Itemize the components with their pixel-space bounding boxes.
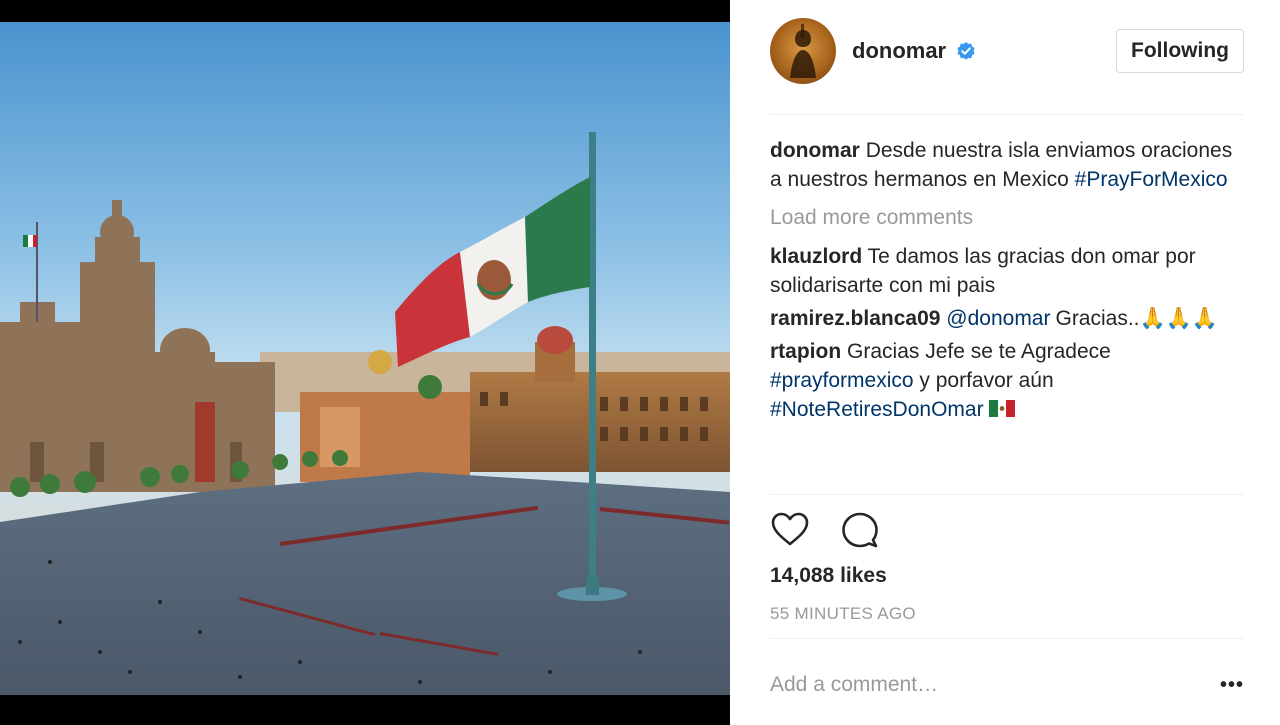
footer-divider — [770, 638, 1244, 639]
comment-item: rtapion Gracias Jefe se te Agradece #pra… — [770, 337, 1244, 424]
post-actions — [770, 510, 880, 550]
comment-username[interactable]: klauzlord — [770, 245, 862, 268]
header-divider — [770, 114, 1244, 115]
comment-text-continued: y porfavor aún — [919, 369, 1054, 392]
heart-icon[interactable] — [770, 510, 810, 550]
comment-text: Gracias.. — [1055, 307, 1140, 330]
instagram-post: donomar Following donomar Desde nuestra … — [0, 0, 1280, 725]
comment-item: klauzlord Te damos las gracias don omar … — [770, 242, 1244, 300]
post-username[interactable]: donomar — [852, 38, 946, 64]
post-timestamp: 55 MINUTES AGO — [770, 604, 916, 623]
caption: donomar Desde nuestra isla enviamos orac… — [770, 136, 1244, 194]
avatar[interactable] — [770, 18, 836, 84]
comment-mention[interactable]: @donomar — [946, 307, 1050, 330]
zocalo-image — [0, 22, 730, 695]
add-comment-row: ••• — [770, 665, 1244, 705]
more-options-icon[interactable]: ••• — [1220, 674, 1244, 697]
comment-username[interactable]: ramirez.blanca09 — [770, 307, 940, 330]
likes-count[interactable]: 14,088 likes — [770, 564, 887, 588]
comment-hashtag[interactable]: #NoteRetiresDonOmar — [770, 398, 984, 421]
load-more-comments-link[interactable]: Load more comments — [770, 203, 1244, 232]
following-button[interactable]: Following — [1116, 29, 1244, 73]
add-comment-input[interactable] — [770, 673, 1200, 697]
caption-hashtag[interactable]: #PrayForMexico — [1075, 168, 1228, 191]
comment-username[interactable]: rtapion — [770, 340, 841, 363]
comments-divider — [770, 494, 1244, 495]
post-header: donomar Following — [770, 18, 1244, 84]
post-photo[interactable] — [0, 22, 730, 695]
comment-item: ramirez.blanca09 @donomar Gracias..🙏🙏🙏 — [770, 304, 1244, 333]
comment-text: Gracias Jefe se te Agradece — [847, 340, 1111, 363]
verified-badge-icon — [956, 41, 976, 61]
caption-username[interactable]: donomar — [770, 139, 860, 162]
comments-section: donomar Desde nuestra isla enviamos orac… — [770, 136, 1244, 428]
post-sidebar: donomar Following donomar Desde nuestra … — [730, 0, 1280, 725]
comment-hashtag[interactable]: #prayformexico — [770, 369, 914, 392]
avatar-image — [790, 24, 816, 78]
mexico-flag-emoji — [989, 396, 1016, 417]
praying-hands-emoji: 🙏🙏🙏 — [1139, 306, 1218, 330]
comment-bubble-icon[interactable] — [840, 510, 880, 550]
